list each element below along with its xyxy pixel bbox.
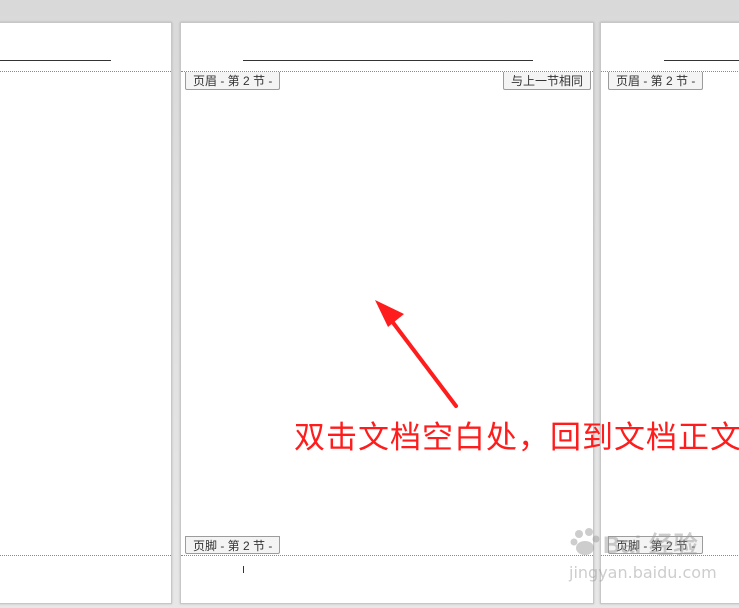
footer-divider — [601, 555, 739, 556]
instruction-annotation: 双击文档空白处，回到文档正文 — [294, 420, 739, 456]
header-rule — [243, 60, 533, 61]
header-divider — [0, 71, 171, 72]
footer-divider — [181, 555, 593, 556]
footer-section-tag[interactable]: 页脚 - 第 2 节 - — [608, 536, 704, 554]
header-rule — [664, 60, 739, 61]
red-arrow-icon — [375, 300, 458, 408]
same-as-previous-tag[interactable]: 与上一节相同 — [502, 72, 591, 90]
page-right[interactable]: 页眉 - 第 2 节 - 页脚 - 第 2 节 - — [600, 22, 739, 604]
header-section-tag[interactable]: 页眉 - 第 2 节 - — [608, 72, 704, 90]
footer-divider — [0, 555, 171, 556]
header-rule — [0, 60, 111, 61]
page-left[interactable] — [0, 22, 172, 604]
document-viewport[interactable]: 页眉 - 第 2 节 - 与上一节相同 页脚 - 第 2 节 - 页眉 - 第 … — [0, 0, 739, 608]
header-section-tag[interactable]: 页眉 - 第 2 节 - — [185, 72, 281, 90]
footer-section-tag[interactable]: 页脚 - 第 2 节 - — [185, 536, 281, 554]
text-cursor — [243, 566, 244, 573]
